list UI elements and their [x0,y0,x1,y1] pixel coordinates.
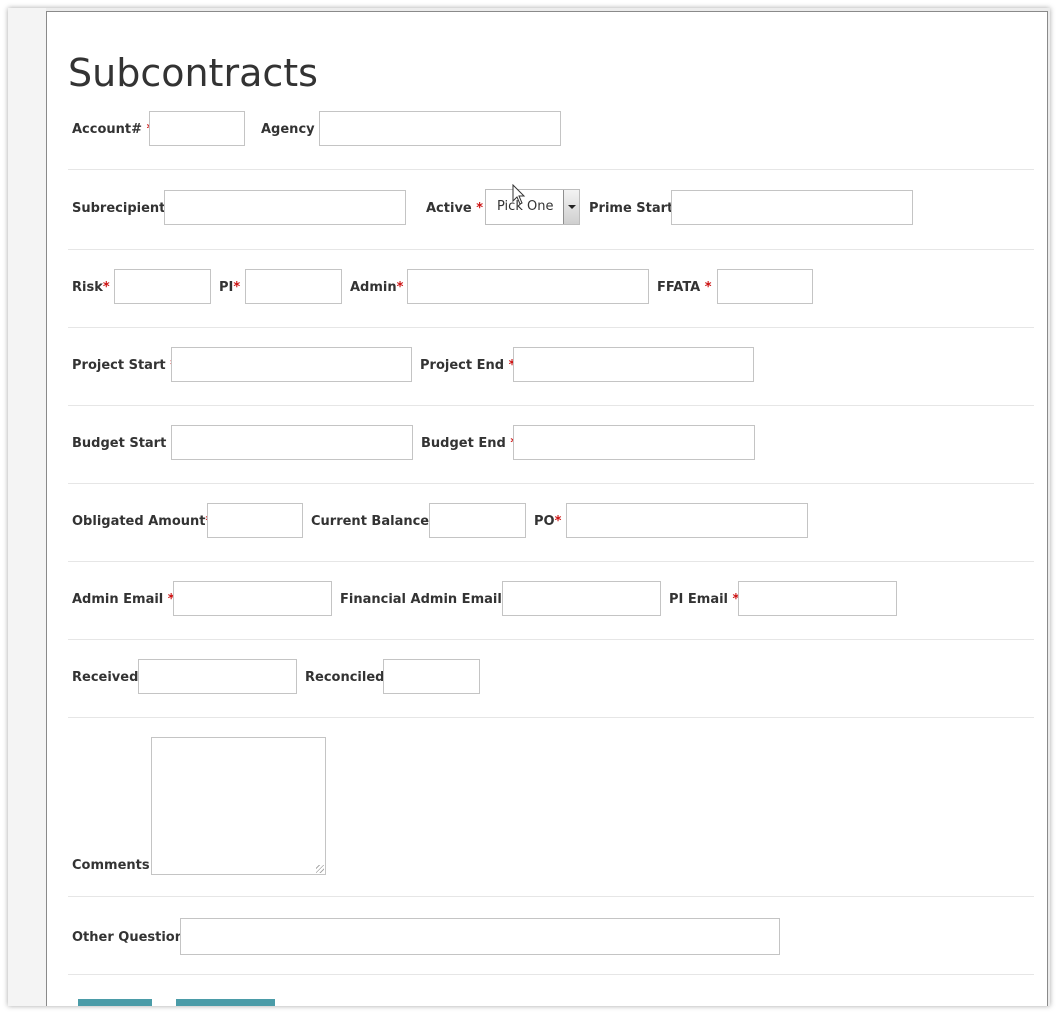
po-label: PO* [534,514,562,529]
form-row-budget-dates: Budget Start * Budget End * [68,406,1034,484]
budget-end-input[interactable] [513,425,755,460]
pi-label: PI* [219,280,241,295]
project-start-label: Project Start * [72,358,177,373]
agency-input[interactable] [319,111,561,146]
form-row-account: Account# * Agency * [68,104,1034,170]
budget-start-label: Budget Start * [72,436,178,451]
po-input[interactable] [566,503,808,538]
window-frame: Subcontracts Account# * Agency * Subreci… [8,8,1050,1006]
form-page: Subcontracts Account# * Agency * Subreci… [46,11,1048,1006]
reconciled-label: Reconciled [305,670,385,685]
risk-label: Risk* [72,280,110,295]
agency-label: Agency * [261,122,326,137]
project-end-label: Project End * [420,358,516,373]
form-row-received: Received Reconciled [68,640,1034,718]
financial-admin-email-input[interactable] [502,581,661,616]
comments-label: Comments [72,858,150,873]
active-label: Active * [426,201,484,216]
account-input[interactable] [149,111,245,146]
obligated-amount-input[interactable] [207,503,303,538]
submit-button[interactable] [78,999,152,1006]
pi-input[interactable] [245,269,342,304]
subrecipient-input[interactable] [164,190,406,225]
financial-admin-email-label: Financial Admin Email * [340,592,513,607]
mouse-cursor-icon [512,184,526,205]
comments-wrapper [151,737,326,875]
project-end-input[interactable] [513,347,754,382]
form-row-emails: Admin Email * Financial Admin Email * PI… [68,562,1034,640]
comments-textarea[interactable] [151,737,326,875]
other-question-label: Other Question [72,930,184,945]
subrecipient-label: Subrecipient * [72,201,176,216]
received-input[interactable] [138,659,297,694]
cancel-button[interactable] [176,999,275,1006]
admin-email-label: Admin Email * [72,592,175,607]
current-balance-input[interactable] [429,503,526,538]
form-row-comments: Comments [68,718,1034,897]
chevron-down-icon[interactable] [563,190,579,224]
left-gutter [8,8,46,1006]
current-balance-label: Current Balance* [311,514,436,529]
received-label: Received [72,670,139,685]
project-start-input[interactable] [171,347,412,382]
ffata-input[interactable] [717,269,813,304]
risk-input[interactable] [114,269,211,304]
other-question-input[interactable] [180,918,780,955]
account-label: Account# * [72,122,153,137]
obligated-amount-label: Obligated Amount* [72,514,212,529]
admin-email-input[interactable] [173,581,332,616]
form-row-amounts: Obligated Amount* Current Balance* PO* [68,484,1034,562]
pi-email-label: PI Email * [669,592,740,607]
budget-start-input[interactable] [171,425,413,460]
pi-email-input[interactable] [738,581,897,616]
prime-start-label: Prime Start * [589,201,684,216]
prime-start-input[interactable] [671,190,913,225]
resize-grip-icon[interactable] [316,865,324,873]
form-row-subrecipient: Subrecipient * Active * Pick One Prime S… [68,170,1034,250]
page-title: Subcontracts [68,51,318,95]
ffata-label: FFATA * [657,280,712,295]
form-row-project-dates: Project Start * Project End * [68,328,1034,406]
admin-input[interactable] [407,269,649,304]
active-select[interactable]: Pick One [485,189,580,225]
form-row-risk: Risk* PI* Admin* FFATA * [68,250,1034,328]
budget-end-label: Budget End * [421,436,517,451]
reconciled-input[interactable] [383,659,480,694]
form-row-other-question: Other Question [68,897,1034,975]
admin-label: Admin* [350,280,404,295]
